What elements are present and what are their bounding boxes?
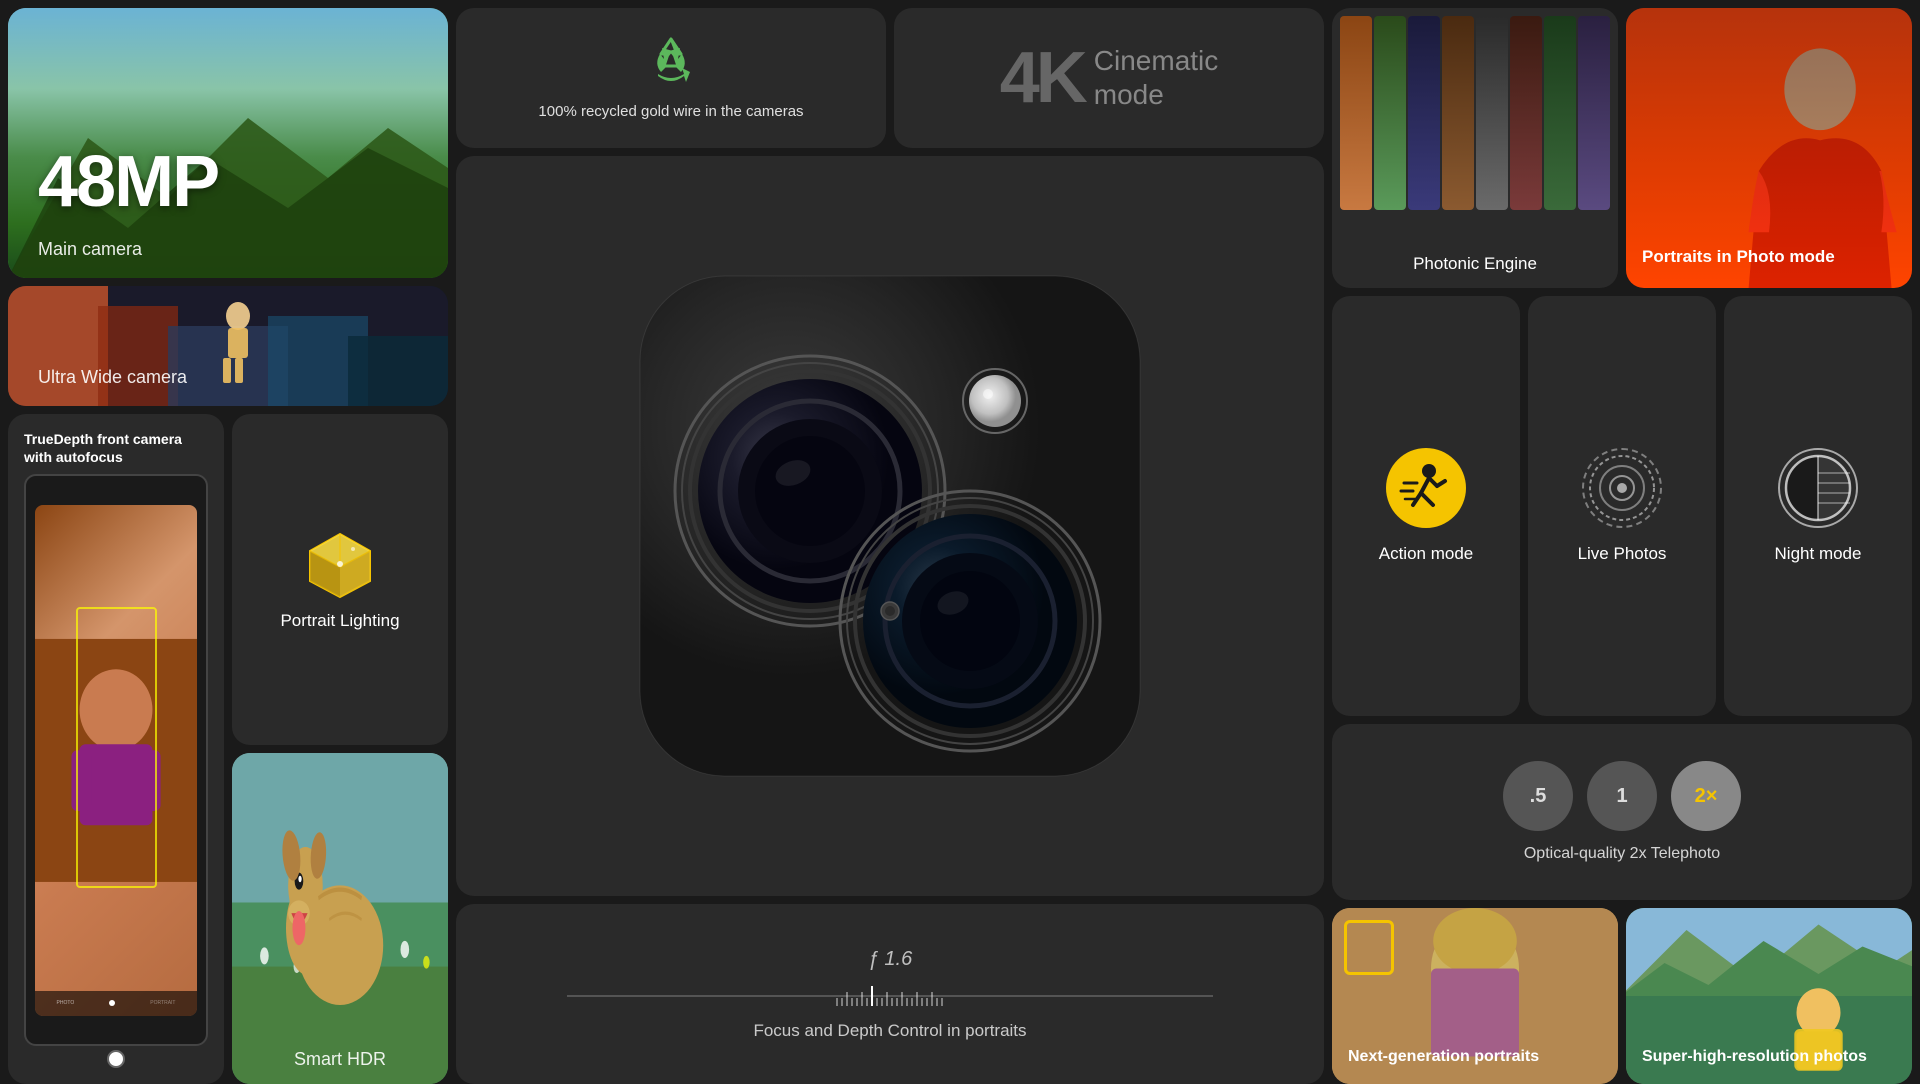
truedepth-title: TrueDepth front camera with autofocus [24,430,208,466]
strip-4 [1442,16,1474,210]
truedepth-card: TrueDepth front camera with autofocus PH… [8,414,224,1084]
telephoto-label: Optical-quality 2x Telephoto [1524,845,1720,863]
shutter-button[interactable] [107,1050,125,1068]
main-camera-card: 48MP Main camera [8,8,448,278]
next-gen-portraits-card: Next-generation portraits [1332,908,1618,1084]
phone-screen: PHOTO PORTRAIT [35,505,197,1016]
focus-depth-label: Focus and Depth Control in portraits [753,1021,1026,1041]
night-mode-card: Night mode [1724,296,1912,716]
ultra-wide-svg [8,286,448,406]
aperture-display: ƒ 1.6 [868,948,912,971]
night-mode-icon [1778,448,1858,528]
strip-2 [1374,16,1406,210]
live-photos-label: Live Photos [1578,544,1667,564]
action-mode-label: Action mode [1379,544,1474,564]
right-middle-row: Action mode Live Photos [1332,296,1912,716]
center-top-row: 100% recycled gold wire in the cameras 4… [456,8,1324,148]
tick [941,998,943,1006]
right-bottom-section: .5 1 2× Optical-quality 2x Telephoto [1332,724,1912,1084]
strip-7 [1544,16,1576,210]
tick [896,998,898,1006]
focus-depth-card: ƒ 1.6 [456,904,1324,1084]
zoom-05-button[interactable]: .5 [1503,761,1573,831]
photo-mode-label: PHOTO [57,1000,75,1006]
tick [906,998,908,1006]
tick [851,998,853,1006]
tick [876,998,878,1006]
cinematic-mode-line1: Cinematic [1094,44,1218,78]
cinematic-mode-line2: mode [1094,78,1218,112]
action-icon [1386,448,1466,528]
photonic-strips [1332,8,1618,218]
night-svg [1783,453,1853,523]
tick [921,998,923,1006]
tick [891,998,893,1006]
strip-3 [1408,16,1440,210]
camera-body-svg [625,261,1155,791]
strip-1 [1340,16,1372,210]
live-photos-icon [1582,448,1662,528]
portrait-lighting-card: Portrait Lighting [232,414,448,745]
next-gen-label: Next-generation portraits [1348,1047,1539,1068]
portraits-label: Portraits in Photo mode [1642,246,1835,268]
mp-label: 48MP [38,141,218,223]
strip-5 [1476,16,1508,210]
ultra-wide-label: Ultra Wide camera [38,367,187,388]
right-top-row: Photonic Engine [1332,8,1912,288]
tick [911,998,913,1006]
live-photos-card: Live Photos [1528,296,1716,716]
mode-stack: Cinematic mode [1094,44,1218,111]
photonic-label: Photonic Engine [1332,254,1618,274]
tick [856,998,858,1006]
4k-text: 4K [1000,42,1084,114]
recycle-svg [646,34,696,84]
right-column: Photonic Engine [1332,8,1912,1084]
tick [936,998,938,1006]
super-hq-card: Super-high-resolution photos [1626,908,1912,1084]
super-hq-label: Super-high-resolution photos [1642,1047,1867,1068]
zoom-2x-button[interactable]: 2× [1671,761,1741,831]
photonic-engine-card: Photonic Engine [1332,8,1618,288]
tick [926,998,928,1006]
phone-ui-bar: PHOTO PORTRAIT [35,991,197,1016]
left-triple: TrueDepth front camera with autofocus PH… [8,414,448,1084]
cinematic-card: 4K Cinematic mode [894,8,1324,148]
tick [866,998,868,1006]
phone-mockup: PHOTO PORTRAIT [24,474,208,1046]
recycle-icon [646,34,696,93]
night-mode-label: Night mode [1775,544,1862,564]
smart-hdr-bg [232,753,448,1084]
recycled-text: 100% recycled gold wire in the cameras [538,101,803,122]
main-camera-label: Main camera [38,239,142,260]
tick [841,998,843,1006]
zoom-button-group: .5 1 2× [1503,761,1741,831]
tick [836,998,838,1006]
portraits-photo-card: Portraits in Photo mode [1626,8,1912,288]
recycled-card: 100% recycled gold wire in the cameras [456,8,886,148]
portraits-bottom-row: Next-generation portraits [1332,908,1912,1084]
portrait-mode-label: PORTRAIT [150,1000,175,1006]
dog-scene-svg [232,753,448,1084]
strip-8 [1578,16,1610,210]
live-svg [1587,453,1657,523]
portrait-frame [1344,920,1394,975]
active-mode-dot [109,1000,115,1006]
focus-box [76,607,157,888]
zoom-1-button[interactable]: 1 [1587,761,1657,831]
center-column: 100% recycled gold wire in the cameras 4… [456,8,1324,1084]
runner-svg [1399,461,1454,516]
ultra-wide-card: Ultra Wide camera [8,286,448,406]
telephoto-card: .5 1 2× Optical-quality 2x Telephoto [1332,724,1912,900]
cube-icon [305,529,375,599]
camera-center-card [456,156,1324,896]
cinematic-content: 4K Cinematic mode [1000,42,1219,114]
smart-hdr-card: Smart HDR [232,753,448,1084]
portrait-lighting-label: Portrait Lighting [280,611,399,631]
action-mode-card: Action mode [1332,296,1520,716]
smart-hdr-label: Smart HDR [232,1049,448,1070]
tick [881,998,883,1006]
left-column: 48MP Main camera Ultra Wide camera TrueD… [8,8,448,1084]
strip-6 [1510,16,1542,210]
